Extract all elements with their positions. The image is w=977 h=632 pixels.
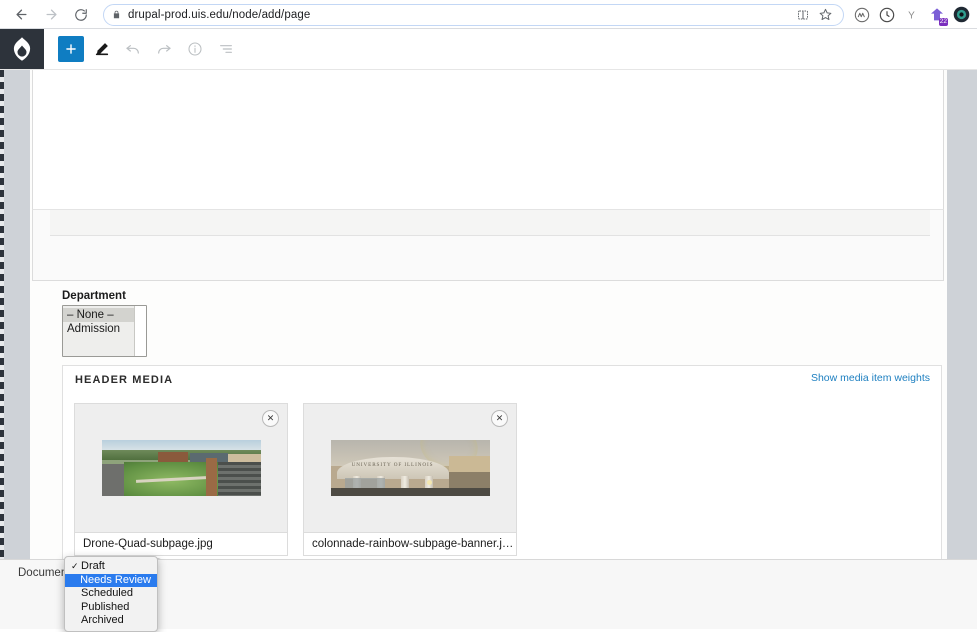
check-icon: ✓ [71, 561, 79, 571]
department-option-admission[interactable]: Admission [63, 322, 146, 336]
extension-icons: Y 22 [852, 5, 977, 26]
media-thumbnail-colonnade-rainbow: UNIVERSITY OF ILLINOIS [330, 440, 490, 496]
address-bar[interactable]: drupal-prod.uis.edu/node/add/page [103, 3, 844, 26]
node-form: Department – None – Admission HEADER MED… [30, 70, 947, 628]
media-item-card[interactable]: ✕ Drone-Quad-subpage.jpg [74, 403, 288, 556]
dropdown-option-label: Published [81, 600, 130, 613]
header-media-title: HEADER MEDIA [75, 374, 174, 386]
page-gutter-right [947, 70, 977, 607]
save-as-dropdown-menu[interactable]: ✓ Draft Needs Review Scheduled Published… [64, 556, 158, 632]
department-label: Department [62, 290, 126, 302]
extension-grammarly-icon[interactable] [852, 5, 871, 24]
reload-button[interactable] [68, 2, 94, 28]
media-thumbnail-aerial-campus [101, 440, 261, 496]
toolbar-actions [44, 29, 239, 69]
star-icon[interactable] [815, 5, 835, 25]
info-circle-icon[interactable] [182, 36, 208, 62]
dropdown-option-label: Draft [81, 560, 105, 572]
extension-clock-icon[interactable] [877, 5, 896, 24]
status-bar-text: Documen [18, 567, 68, 579]
extension-bookmarks-icon[interactable]: 22 [927, 5, 948, 26]
browser-chrome: drupal-prod.uis.edu/node/add/page Y 22 [0, 0, 977, 29]
lock-icon [112, 9, 121, 20]
drupal-admin-toolbar [0, 29, 977, 70]
drupal-logo[interactable] [0, 29, 44, 69]
dropdown-option-needs-review[interactable]: Needs Review [65, 573, 157, 587]
dropdown-option-label: Needs Review [80, 573, 151, 586]
redo-button[interactable] [151, 36, 177, 62]
page-viewport: Department – None – Admission HEADER MED… [0, 70, 977, 629]
editor-footer-bar [50, 210, 930, 236]
split-view-icon[interactable] [793, 5, 813, 25]
dropdown-option-archived[interactable]: Archived [65, 614, 157, 628]
media-filename: Drone-Quad-subpage.jpg [75, 532, 287, 555]
department-field: Department – None – Admission [62, 290, 147, 357]
show-media-item-weights-link[interactable]: Show media item weights [811, 372, 930, 384]
add-content-button[interactable] [58, 36, 84, 62]
dropdown-option-draft[interactable]: ✓ Draft [65, 560, 157, 574]
thumbnail-caption-text: UNIVERSITY OF ILLINOIS [351, 462, 434, 468]
url-text: drupal-prod.uis.edu/node/add/page [128, 8, 311, 21]
dropdown-option-label: Archived [81, 614, 124, 626]
back-button[interactable] [8, 2, 34, 28]
page-gutter-left [4, 70, 30, 607]
media-thumbnail-area: ✕ [75, 404, 287, 532]
extension-badge-count: 22 [938, 18, 948, 26]
department-listbox[interactable]: – None – Admission [62, 305, 147, 357]
dropdown-option-scheduled[interactable]: Scheduled [65, 587, 157, 601]
extension-profile-icon[interactable] [952, 5, 971, 24]
media-items-list: ✕ Drone-Quad-subpage.jpg UNIVERSITY OF I… [74, 403, 517, 556]
forward-button[interactable] [38, 2, 64, 28]
media-thumbnail-area: UNIVERSITY OF ILLINOIS ✕ [304, 404, 516, 532]
outline-list-icon[interactable] [213, 36, 239, 62]
media-item-card[interactable]: UNIVERSITY OF ILLINOIS ✕ colonnade-rainb… [303, 403, 517, 556]
undo-button[interactable] [120, 36, 146, 62]
editor-footer [32, 209, 944, 281]
dropdown-option-label: Scheduled [81, 587, 133, 599]
remove-media-button[interactable]: ✕ [491, 410, 508, 427]
department-option-none[interactable]: – None – [63, 308, 146, 322]
remove-media-button[interactable]: ✕ [262, 410, 279, 427]
body-editor-area[interactable] [32, 70, 944, 209]
extension-yahoo-icon[interactable]: Y [902, 5, 921, 24]
media-filename: colonnade-rainbow-subpage-banner.j… [304, 532, 516, 555]
edit-button[interactable] [89, 36, 115, 62]
dropdown-option-published[interactable]: Published [65, 601, 157, 615]
svg-text:Y: Y [908, 10, 915, 21]
